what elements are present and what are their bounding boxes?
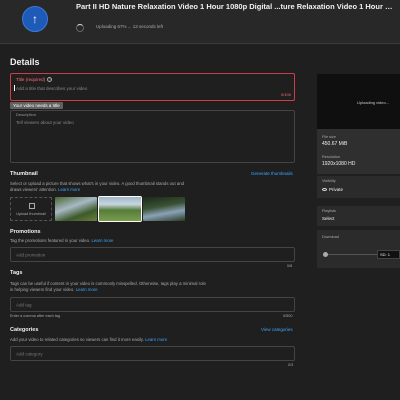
description-label: Description (16, 112, 37, 117)
upload-icon: ↑ (22, 6, 48, 32)
file-size-label: File size (322, 135, 336, 139)
promotions-description: Tag the promotions featured in your vide… (10, 238, 114, 243)
tag-placeholder: Add tag (16, 302, 32, 307)
upload-header: ↑ Part II HD Nature Relaxation Video 1 H… (0, 0, 400, 44)
generate-thumbnails-link[interactable]: Generate thumbnails (251, 171, 293, 176)
category-input[interactable]: Add category (10, 346, 295, 361)
tags-learn-more[interactable]: Learn more (76, 287, 98, 292)
thumbnail-option-2[interactable] (98, 196, 142, 222)
error-tooltip: Your video needs a title (10, 102, 63, 109)
categories-learn-more[interactable]: Learn more (145, 337, 167, 342)
category-counter: 0/3 (288, 363, 294, 367)
promotions-learn-more[interactable]: Learn more (91, 238, 113, 243)
tag-input[interactable]: Add tag (10, 297, 295, 312)
tag-counter: 0/500 (283, 314, 293, 318)
categories-description: Add your video to related categories so … (10, 337, 168, 342)
visibility-label: Visibility (322, 179, 336, 183)
tags-title: Tags (10, 270, 23, 276)
resolution-value: 1920x1080 HD (322, 161, 356, 167)
thumbnail-description: Select or upload a picture that shows wh… (10, 181, 184, 192)
download-slider[interactable] (323, 252, 378, 257)
playlists-label: Playlists (322, 209, 336, 213)
upload-status: Uploading 67% ... 13 seconds left (96, 24, 164, 29)
tags-description: Tags can be useful if content in your vi… (10, 281, 206, 292)
preview-status: Uploading video... (357, 100, 390, 105)
download-label: Download (322, 235, 339, 239)
image-upload-icon (29, 203, 35, 209)
page-title: Details (10, 57, 40, 67)
visibility-value: Private (329, 187, 344, 192)
description-input[interactable]: Tell viewers about your video (16, 120, 74, 125)
help-icon[interactable]: ? (47, 77, 53, 82)
title-input[interactable]: Add a title that describes your video (16, 86, 87, 91)
upload-thumbnail-button[interactable]: Upload thumbnail (10, 197, 52, 221)
thumbnail-learn-more[interactable]: Learn more (58, 187, 80, 192)
thumbnail-title: Thumbnail (10, 171, 38, 177)
promotion-counter: 0/8 (287, 264, 293, 268)
promotion-placeholder: Add promotion (16, 252, 46, 257)
categories-title: Categories (10, 327, 39, 333)
download-quality-select[interactable]: SD: 1 (377, 250, 400, 259)
visibility-value-row: Private (322, 187, 343, 192)
eye-icon (322, 188, 327, 192)
thumbnail-option-1[interactable] (55, 197, 97, 221)
video-preview: Uploading video... (317, 74, 400, 129)
text-cursor (14, 85, 15, 91)
promotion-input[interactable]: Add promotion (10, 247, 295, 262)
title-field[interactable]: Title (required)? Add a title that descr… (10, 73, 295, 101)
title-counter: 0/100 (280, 92, 291, 97)
tag-hint: Enter a comma after each tag (10, 314, 61, 318)
slider-knob[interactable] (323, 252, 328, 257)
file-size-value: 450.67 MiB (322, 141, 348, 147)
view-categories-link[interactable]: View categories (261, 327, 293, 332)
description-field[interactable]: Description Tell viewers about your vide… (10, 110, 295, 163)
title-field-label: Title (required)? (16, 77, 53, 82)
category-placeholder: Add category (16, 351, 43, 356)
playlists-selector[interactable]: Playlists Select (317, 206, 400, 226)
video-title-header: Part II HD Nature Relaxation Video 1 Hou… (76, 2, 394, 11)
promotions-title: Promotions (10, 229, 41, 235)
upload-thumbnail-label: Upload thumbnail (16, 212, 46, 216)
download-panel: Download SD: 1 (317, 230, 400, 268)
resolution-label: Resolution (322, 155, 340, 159)
video-info-card: Uploading video... File size 450.67 MiB … (317, 74, 400, 174)
playlists-value: Select (322, 216, 335, 221)
thumbnail-option-3[interactable] (143, 197, 185, 221)
visibility-selector[interactable]: Visibility Private (317, 176, 400, 198)
loading-spinner-icon (76, 24, 84, 32)
